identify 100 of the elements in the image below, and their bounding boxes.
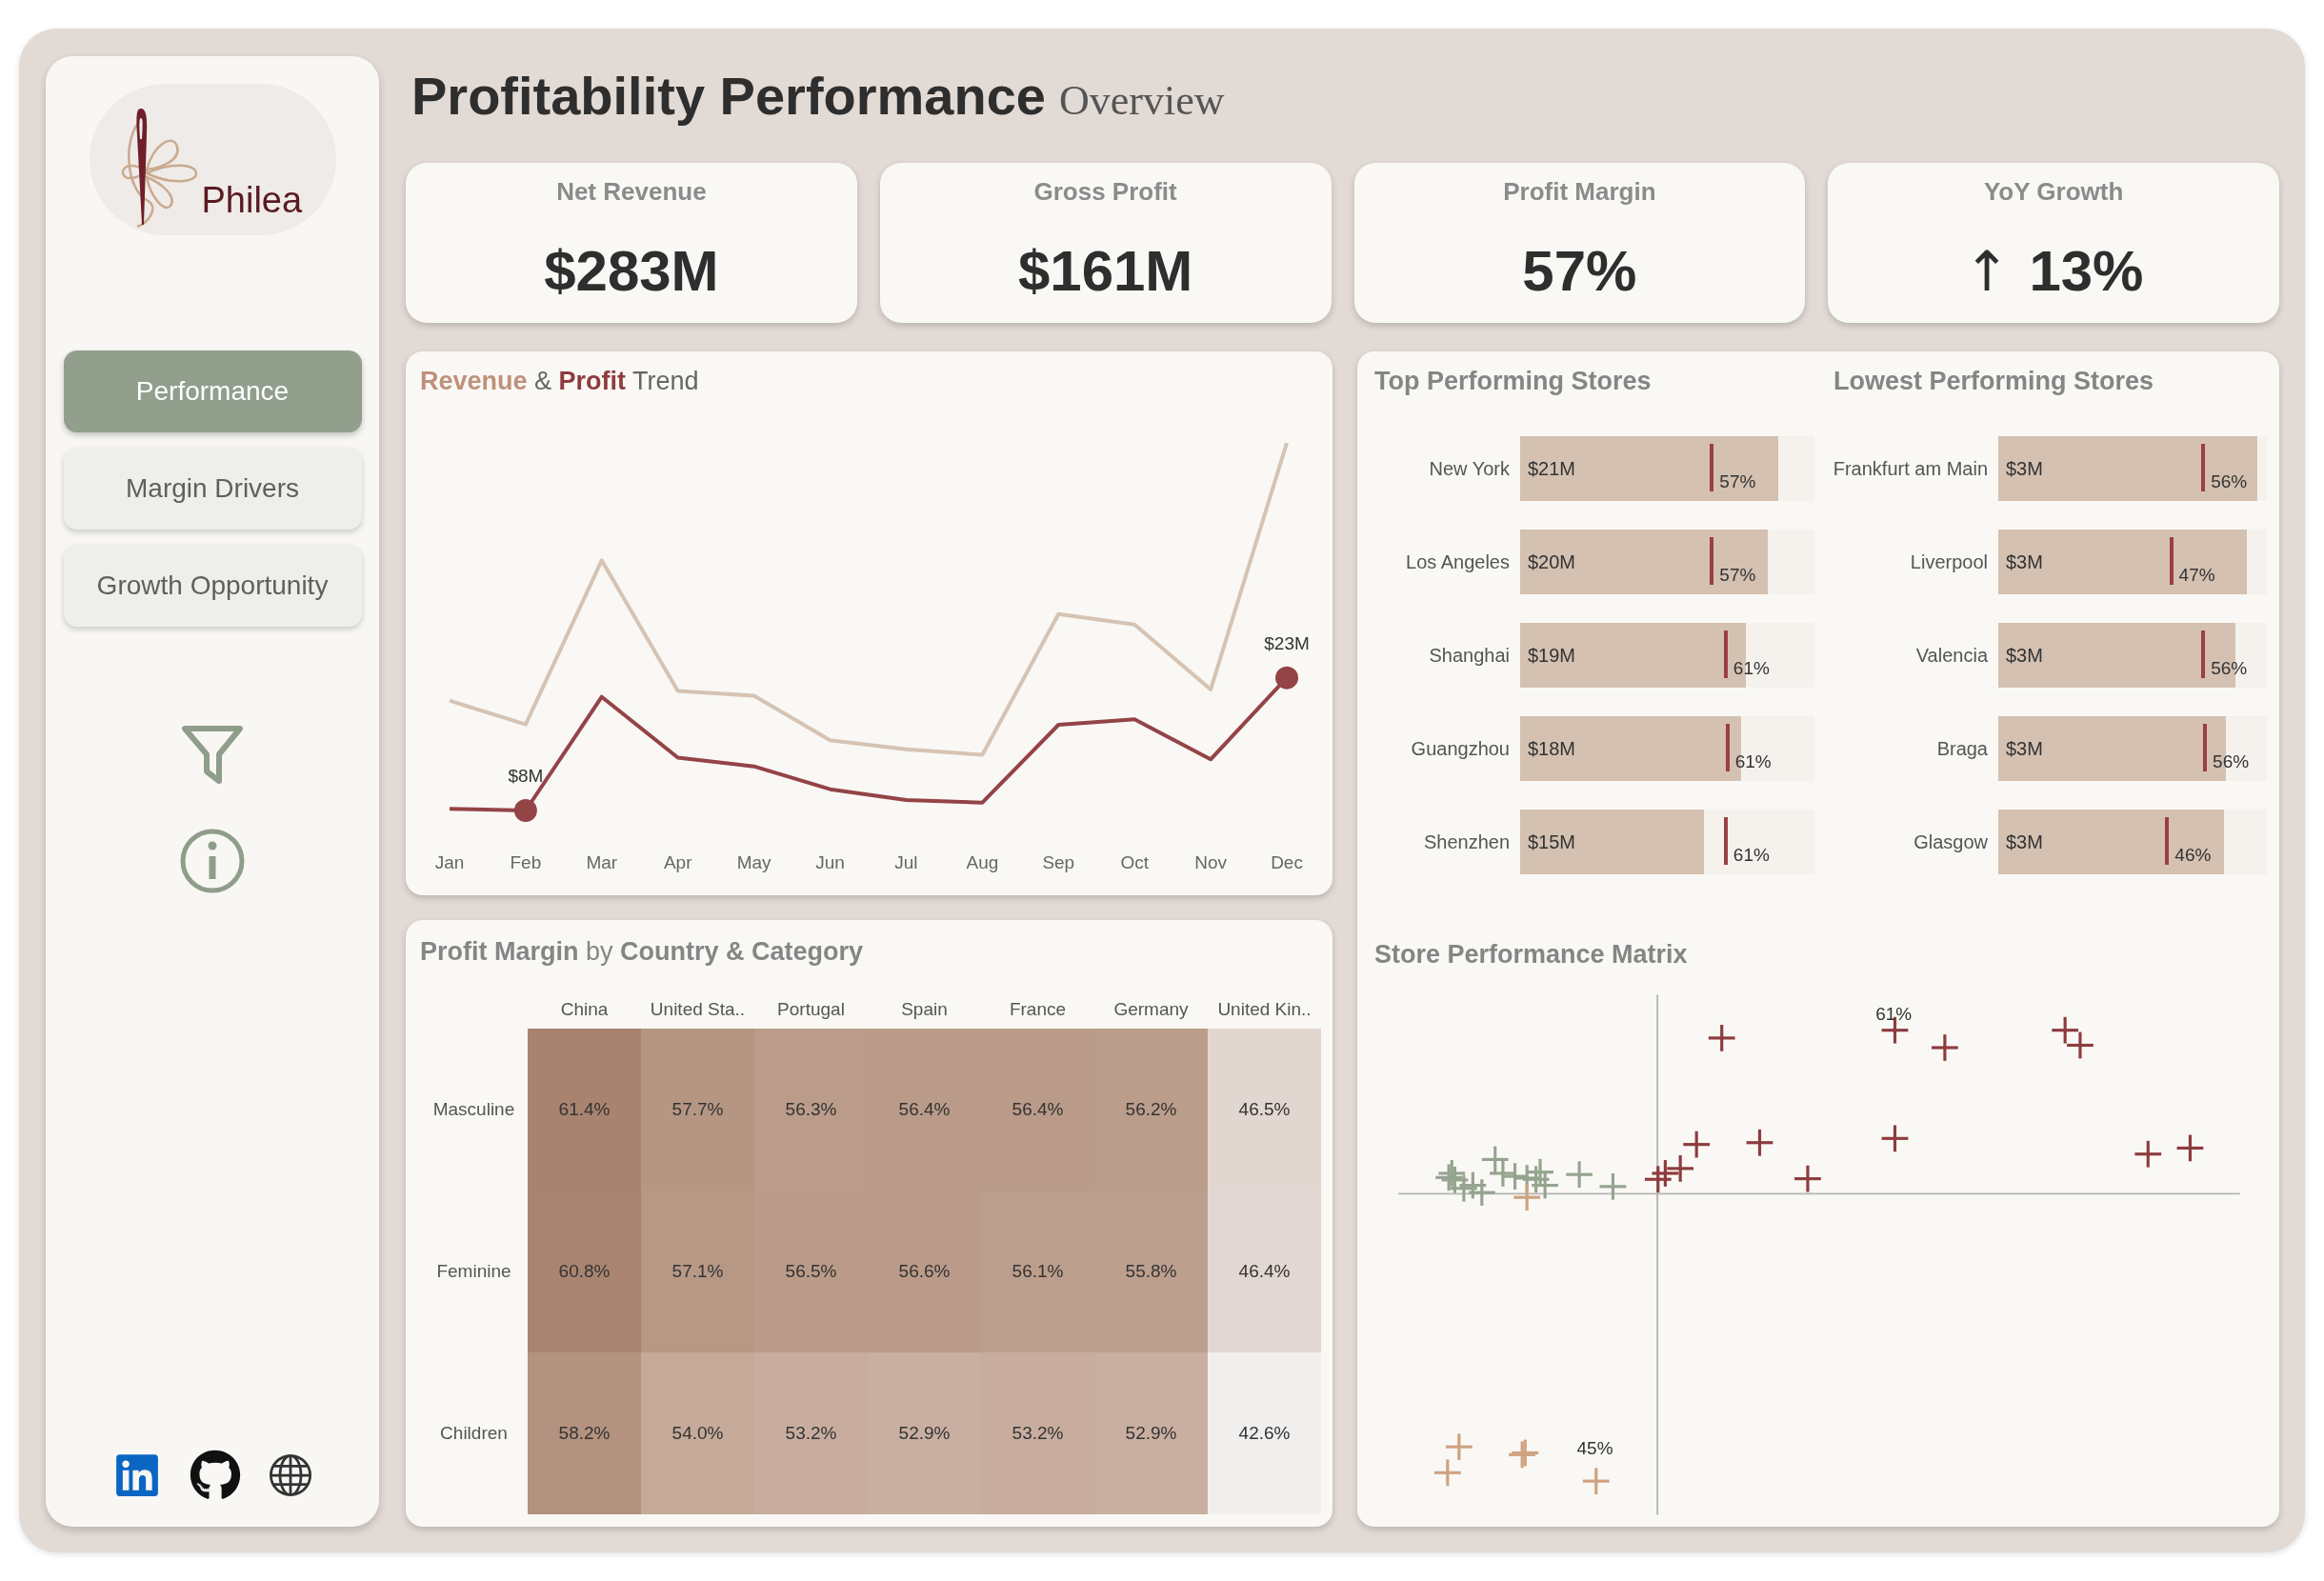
heatmap-cell: 52.9% <box>868 1352 981 1514</box>
heatmap-cell: 46.4% <box>1208 1191 1321 1352</box>
nav-button[interactable]: Margin Drivers <box>63 448 362 530</box>
margin-value: 56% <box>2213 750 2250 773</box>
store-name: Braga <box>1936 737 1988 761</box>
column-header: Spain <box>901 998 948 1021</box>
store-name: Shanghai <box>1429 644 1510 668</box>
kpi-label: YoY Growth <box>1983 176 2124 207</box>
margin-value: 56% <box>2211 470 2248 493</box>
kpi-value: 57% <box>1522 240 1637 303</box>
heatmap-title: Profit Margin by Country & Category <box>420 936 864 967</box>
filter-icon[interactable] <box>180 724 245 787</box>
heatmap-cell: 57.7% <box>641 1029 754 1191</box>
month-label: Sep <box>1042 851 1075 874</box>
point-label: 45% <box>1576 1438 1613 1459</box>
revenue-value: $15M <box>1528 831 1576 854</box>
data-label: $8M <box>508 766 544 787</box>
kpi-label: Gross Profit <box>1033 176 1177 207</box>
kpi-label: Profit Margin <box>1503 176 1656 207</box>
revenue-value: $3M <box>2006 737 2043 761</box>
revenue-value: $19M <box>1528 644 1576 668</box>
matrix-title: Store Performance Matrix <box>1374 940 1688 969</box>
heatmap-cell: 56.3% <box>754 1029 868 1191</box>
revenue-value: $21M <box>1528 457 1576 481</box>
column-header: China <box>560 998 609 1021</box>
month-label: Mar <box>586 851 618 874</box>
heatmap-cell: 54.0% <box>641 1352 754 1514</box>
margin-value: 61% <box>1734 750 1772 773</box>
margin-value: 61% <box>1733 844 1770 867</box>
store-name: Liverpool <box>1910 550 1988 574</box>
store-name: Los Angeles <box>1406 550 1510 574</box>
heatmap-cell: 56.4% <box>868 1029 981 1191</box>
store-name: Glasgow <box>1913 831 1988 854</box>
store-name: New York <box>1429 457 1510 481</box>
month-label: Nov <box>1194 851 1227 874</box>
revenue-value: $3M <box>2006 644 2043 668</box>
kpi-label: Net Revenue <box>556 176 707 207</box>
month-label: Jun <box>815 851 845 874</box>
revenue-value: $3M <box>2006 550 2043 574</box>
kpi-value: $161M <box>1017 240 1193 303</box>
revenue-value: $3M <box>2006 831 2043 854</box>
globe-icon[interactable] <box>270 1454 311 1496</box>
month-label: Feb <box>510 851 542 874</box>
month-label: May <box>736 851 771 874</box>
store-name: Guangzhou <box>1411 737 1510 761</box>
margin-value: 47% <box>2178 564 2215 587</box>
heatmap-cell: 42.6% <box>1208 1352 1321 1514</box>
store-name: Frankfurt am Main <box>1833 457 1988 481</box>
heatmap-cell: 53.2% <box>981 1352 1094 1514</box>
margin-value: 61% <box>1733 657 1770 680</box>
data-label: $23M <box>1264 632 1310 653</box>
heatmap-cell: 46.5% <box>1208 1029 1321 1191</box>
point-label: 61% <box>1875 1003 1913 1024</box>
heatmap-cell: 60.8% <box>528 1191 641 1352</box>
heatmap-cell: 56.4% <box>981 1029 1094 1191</box>
page-subtitle: Overview <box>1058 76 1225 126</box>
heatmap-cell: 56.5% <box>754 1191 868 1352</box>
month-label: Jul <box>894 851 918 874</box>
revenue-value: $18M <box>1528 737 1576 761</box>
nav-button[interactable]: Performance <box>63 350 362 432</box>
column-header: France <box>1009 998 1067 1021</box>
margin-value: 57% <box>1719 564 1756 587</box>
linkedin-icon[interactable] <box>113 1451 161 1499</box>
column-header: Germany <box>1113 998 1189 1021</box>
revenue-value: $3M <box>2006 457 2043 481</box>
margin-value: 46% <box>2174 844 2212 867</box>
nav-button[interactable]: Growth Opportunity <box>63 545 362 627</box>
heatmap-cell: 56.6% <box>868 1191 981 1352</box>
store-name: Valencia <box>1915 644 1988 668</box>
heatmap-cell: 53.2% <box>754 1352 868 1514</box>
heatmap-cell: 61.4% <box>528 1029 641 1191</box>
row-label: Children <box>440 1422 508 1445</box>
revenue-value: $20M <box>1528 550 1576 574</box>
column-header: Portugal <box>777 998 845 1021</box>
column-header: United Sta.. <box>650 998 746 1021</box>
margin-value: 57% <box>1719 470 1756 493</box>
panel-title: Top Performing Stores <box>1374 367 1652 395</box>
month-label: Apr <box>663 851 692 874</box>
month-label: Aug <box>966 851 999 874</box>
heatmap-cell: 58.2% <box>528 1352 641 1514</box>
logo-text: Philea <box>201 179 303 221</box>
row-label: Feminine <box>436 1260 511 1283</box>
page-title: Profitability Performance <box>411 66 1046 127</box>
heatmap-cell: 52.9% <box>1094 1352 1208 1514</box>
heatmap-cell: 55.8% <box>1094 1191 1208 1352</box>
kpi-value: 13% <box>2029 240 2144 303</box>
kpi-value: $283M <box>544 240 719 303</box>
row-label: Masculine <box>432 1098 515 1121</box>
column-header: United Kin.. <box>1217 998 1312 1021</box>
month-label: Oct <box>1120 851 1149 874</box>
month-label: Jan <box>434 851 465 874</box>
panel-title: Lowest Performing Stores <box>1833 367 2154 395</box>
heatmap-cell: 56.2% <box>1094 1029 1208 1191</box>
arrow-glyph: ↑ <box>1963 240 2011 303</box>
heatmap-cell: 56.1% <box>981 1191 1094 1352</box>
heatmap-cell: 57.1% <box>641 1191 754 1352</box>
info-icon[interactable] <box>179 828 246 894</box>
margin-value: 56% <box>2211 657 2248 680</box>
month-label: Dec <box>1271 851 1303 874</box>
github-icon[interactable] <box>190 1450 241 1501</box>
